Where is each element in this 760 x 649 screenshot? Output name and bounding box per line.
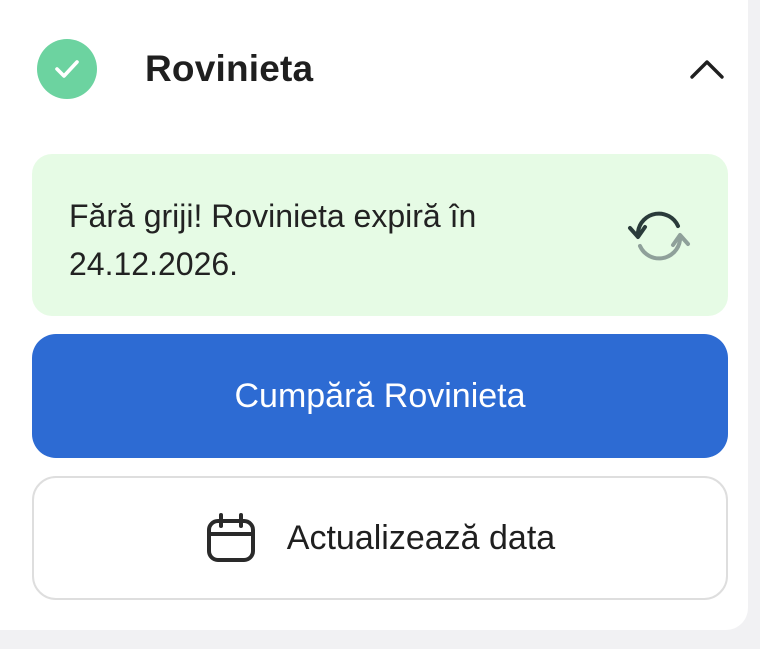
calendar-icon bbox=[205, 512, 257, 564]
status-message-line2: 24.12.2026. bbox=[69, 246, 239, 282]
update-date-label: Actualizează data bbox=[286, 518, 556, 557]
check-circle-icon bbox=[37, 39, 97, 99]
status-message-line1: Fără griji! Rovinieta expiră în bbox=[69, 198, 477, 234]
card-title: Rovinieta bbox=[145, 48, 314, 89]
rovinieta-card: Rovinieta Fără griji! Rovinieta expiră î… bbox=[0, 0, 748, 630]
status-message: Fără griji! Rovinieta expiră în 24.12.20… bbox=[69, 192, 579, 288]
buy-rovinieta-button[interactable]: Cumpără Rovinieta bbox=[32, 334, 728, 458]
refresh-icon[interactable] bbox=[626, 206, 692, 266]
chevron-up-icon[interactable] bbox=[684, 52, 730, 86]
status-box: Fără griji! Rovinieta expiră în 24.12.20… bbox=[32, 154, 728, 316]
card-header[interactable]: Rovinieta bbox=[0, 38, 748, 100]
update-date-button[interactable]: Actualizează data bbox=[32, 476, 728, 600]
buy-rovinieta-label: Cumpără Rovinieta bbox=[234, 376, 526, 415]
